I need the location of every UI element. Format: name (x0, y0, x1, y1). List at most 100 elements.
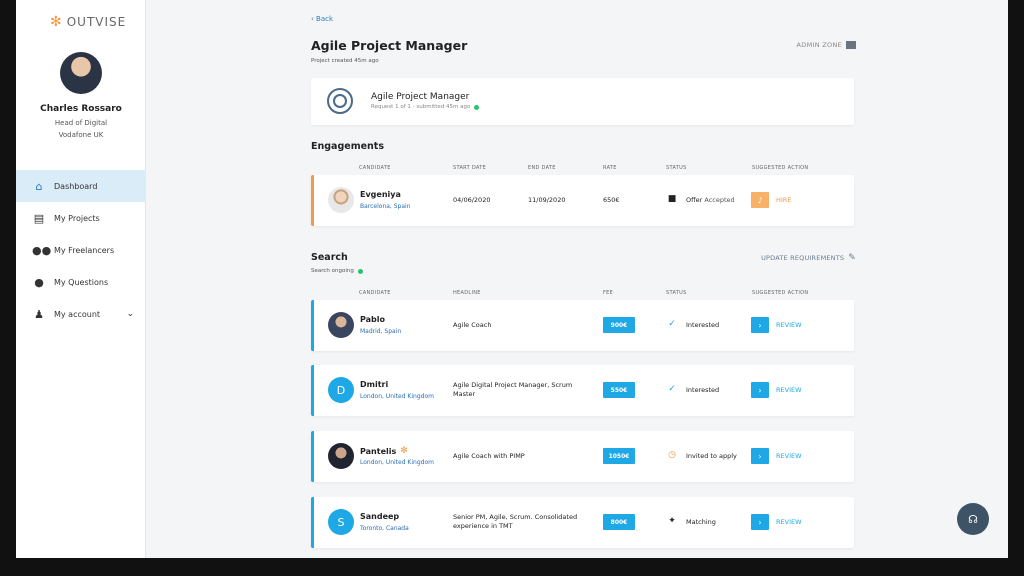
users-icon: ●● (32, 243, 52, 257)
engagements-title: Engagements (311, 141, 385, 152)
rate: 650€ (603, 196, 620, 204)
review-button[interactable]: REVIEW (776, 452, 802, 460)
candidate-name: Pablo (360, 315, 386, 324)
sidebar-item-label: My Freelancers (54, 245, 115, 255)
candidate-headline: Agile Coach with PIMP (453, 452, 525, 460)
end-date: 11/09/2020 (528, 196, 566, 204)
request-card[interactable]: Agile Project Manager Request 1 of 1 - s… (311, 78, 854, 125)
search-status-text: Search ongoing (311, 268, 354, 274)
sidebar-item-label: My Questions (54, 277, 109, 287)
app-window: ✻ OUTVISE Charles Rossaro Head of Digita… (16, 0, 1008, 558)
candidate-status: Interested (686, 321, 720, 329)
support-headset-icon[interactable]: ☊ (957, 503, 989, 535)
candidate-location: London, United Kingdom (360, 393, 434, 400)
target-icon (327, 88, 353, 114)
chevron-right-icon[interactable]: › (751, 514, 769, 530)
update-requirements-button[interactable]: UPDATE REQUIREMENTS ✎ (761, 253, 856, 263)
candidate-status: Interested (686, 386, 720, 394)
chevron-right-icon[interactable]: › (751, 382, 769, 398)
fee-badge: 1050€ (603, 448, 635, 464)
project-created-text: Project created 45m ago (311, 58, 379, 64)
candidate-status: Invited to apply (686, 452, 737, 460)
admin-zone-link[interactable]: ADMIN ZONE (797, 41, 856, 49)
engagements-header-status: STATUS (666, 165, 687, 171)
user-icon: ♟ (34, 307, 44, 321)
magic-wand-icon: ✦ (668, 516, 676, 526)
candidate-status: Matching (686, 518, 716, 526)
request-title: Agile Project Manager (371, 92, 470, 102)
candidate-name: Dmitri (360, 380, 389, 389)
back-label: Back (316, 15, 334, 23)
sidebar-item-my-questions[interactable]: ● My Questions (16, 266, 146, 298)
page-title: Agile Project Manager (311, 38, 468, 53)
engagement-status: Offer Accepted (686, 196, 735, 204)
user-company: Vodafone UK (58, 131, 104, 139)
sidebar-item-label: My Projects (54, 213, 100, 223)
check-icon: ✓ (668, 384, 676, 394)
review-button[interactable]: REVIEW (776, 386, 802, 394)
chat-icon: ● (34, 275, 44, 289)
search-header-headline: HEADLINE (453, 290, 481, 296)
candidate-avatar (328, 443, 354, 469)
documents-icon: ▤ (33, 211, 45, 225)
chevron-right-icon[interactable]: › (751, 448, 769, 464)
user-avatar[interactable] (60, 52, 102, 94)
chevron-down-icon[interactable]: ⌄ (126, 309, 134, 319)
candidate-row[interactable]: D Dmitri London, United Kingdom Agile Di… (311, 365, 854, 416)
sidebar-item-dashboard[interactable]: ⌂ Dashboard (16, 170, 146, 202)
review-button[interactable]: REVIEW (776, 518, 802, 526)
outvise-logo[interactable]: ✻ OUTVISE (50, 14, 126, 30)
fee-badge: 900€ (603, 317, 635, 333)
engagements-header-start: START DATE (453, 165, 487, 171)
update-requirements-label: UPDATE REQUIREMENTS (761, 254, 845, 262)
check-icon: ✓ (668, 319, 676, 329)
logo-text: OUTVISE (66, 15, 127, 29)
candidate-location: Toronto, Canada (360, 525, 409, 532)
search-header-status: STATUS (666, 290, 687, 296)
search-header-action: SUGGESTED ACTION (752, 290, 809, 296)
sidebar-item-my-account[interactable]: ♟ My account ⌄ (16, 298, 146, 330)
candidate-row[interactable]: S Sandeep Toronto, Canada Senior PM, Agi… (311, 497, 854, 548)
sidebar-item-my-freelancers[interactable]: ●● My Freelancers (16, 234, 146, 266)
candidate-name: Sandeep (360, 512, 400, 521)
engagement-row[interactable]: Evgeniya Barcelona, Spain 04/06/2020 11/… (311, 175, 854, 226)
hire-button[interactable]: HIRE (776, 196, 791, 204)
candidate-avatar (328, 187, 354, 213)
document-icon: ■ (667, 194, 677, 204)
candidate-headline: Senior PM, Agile, Scrum. Consolidated ex… (453, 513, 578, 530)
fee-badge: 550€ (603, 382, 635, 398)
sidebar: ✻ OUTVISE Charles Rossaro Head of Digita… (16, 0, 146, 558)
search-header-candidate: CANDIDATE (359, 290, 391, 296)
candidate-row[interactable]: Pablo Madrid, Spain Agile Coach 900€ ✓ I… (311, 300, 854, 351)
candidate-location: London, United Kingdom (360, 459, 434, 466)
chevron-right-icon[interactable]: › (751, 317, 769, 333)
search-title: Search (311, 252, 348, 263)
sidebar-item-label: Dashboard (54, 181, 98, 191)
engagements-header-action: SUGGESTED ACTION (752, 165, 809, 171)
status-strong: Offer (686, 196, 703, 204)
request-subtitle: Request 1 of 1 - submitted 45m ago (371, 104, 480, 110)
sidebar-item-label: My account (54, 309, 101, 319)
search-status: Search ongoing (311, 268, 363, 274)
candidate-headline: Agile Coach (453, 321, 492, 329)
bell-icon[interactable]: ♪ (751, 192, 769, 208)
sidebar-item-my-projects[interactable]: ▤ My Projects (16, 202, 146, 234)
candidate-location: Madrid, Spain (360, 328, 402, 335)
search-header-fee: FEE (603, 290, 614, 296)
engagements-header-candidate: CANDIDATE (359, 165, 391, 171)
outvise-star-icon: ✻ (50, 14, 63, 30)
candidate-row[interactable]: Pantelis ✻ London, United Kingdom Agile … (311, 431, 854, 482)
pencil-icon: ✎ (848, 253, 856, 263)
back-link[interactable]: ‹ Back (311, 15, 333, 23)
candidate-name: Pantelis ✻ (360, 446, 408, 456)
user-role: Head of Digital (54, 119, 108, 127)
engagements-header-end: END DATE (528, 165, 556, 171)
status-dot-icon (357, 268, 363, 274)
clock-icon: ◷ (668, 450, 676, 460)
start-date: 04/06/2020 (453, 196, 491, 204)
home-icon: ⌂ (35, 179, 43, 193)
request-subtitle-text: Request 1 of 1 - submitted 45m ago (371, 104, 471, 110)
outvise-star-icon: ✻ (400, 446, 408, 456)
review-button[interactable]: REVIEW (776, 321, 802, 329)
candidate-avatar: D (328, 377, 354, 403)
